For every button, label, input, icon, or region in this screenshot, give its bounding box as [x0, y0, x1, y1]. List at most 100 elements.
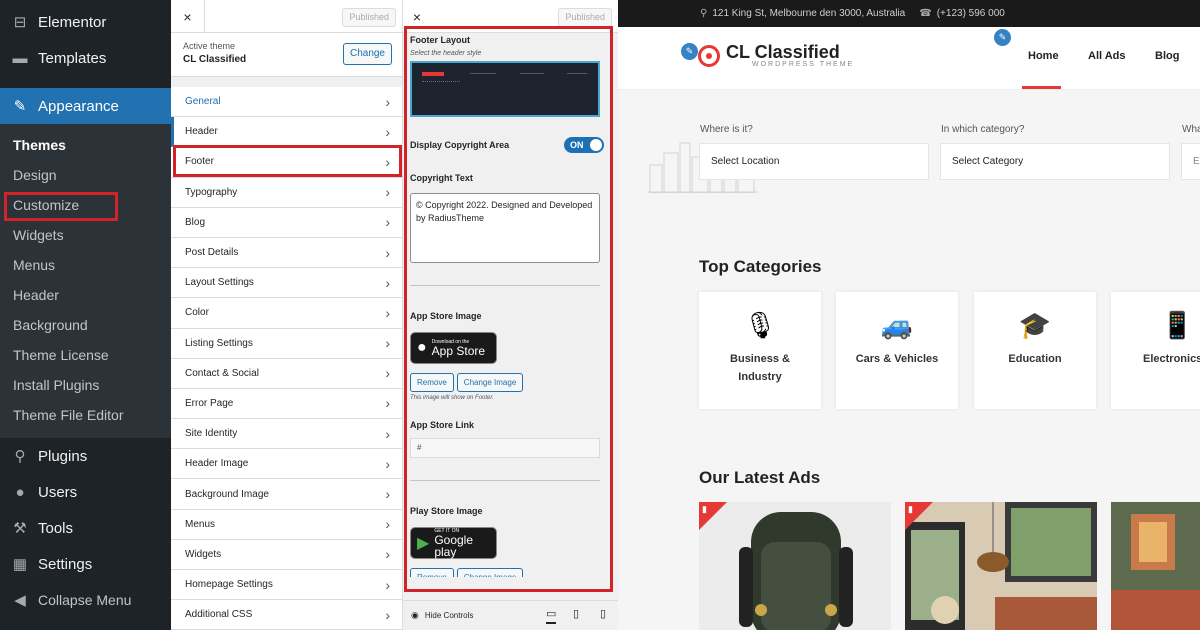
change-app-store-image-button[interactable]: Change Image	[456, 373, 524, 392]
nav-home[interactable]: Home	[1028, 50, 1059, 62]
nav-blog[interactable]: Blog	[1155, 50, 1179, 62]
published-button[interactable]: Published	[558, 8, 612, 27]
section-site-identity[interactable]: Site Identity ›	[171, 419, 402, 450]
category-card[interactable]: 🚙 Cars & Vehicles	[836, 292, 958, 409]
site-logo[interactable]: CL Classified WORDPRESS THEME	[698, 43, 854, 68]
section-menus[interactable]: Menus ›	[171, 509, 402, 540]
section-typography[interactable]: Typography ›	[171, 177, 402, 208]
chevron-right-icon: ›	[385, 184, 390, 201]
menu-settings[interactable]: ▦ Settings	[0, 546, 171, 582]
logo-tagline: WORDPRESS THEME	[752, 61, 855, 68]
thumb-col-2	[470, 73, 496, 95]
nav-all-ads[interactable]: All Ads	[1088, 50, 1126, 62]
section-homepage-settings[interactable]: Homepage Settings ›	[171, 570, 402, 601]
chevron-right-icon: ›	[385, 486, 390, 503]
tablet-preview-icon[interactable]: ▯	[573, 607, 579, 620]
submenu-theme-license[interactable]: Theme License	[0, 340, 171, 370]
section-post-details[interactable]: Post Details ›	[171, 237, 402, 269]
decor-image	[1111, 502, 1200, 630]
play-store-image-label: Play Store Image	[410, 506, 483, 516]
elementor-icon: ⊟	[13, 14, 27, 31]
section-widgets[interactable]: Widgets ›	[171, 539, 402, 570]
close-icon[interactable]: ×	[403, 0, 431, 33]
section-header[interactable]: Header ›	[171, 117, 402, 148]
eye-icon: ◉	[411, 610, 419, 620]
menu-plugins[interactable]: ⚲ Plugins	[0, 438, 171, 474]
divider	[410, 285, 600, 286]
submenu-background[interactable]: Background	[0, 310, 171, 340]
section-color[interactable]: Color ›	[171, 298, 402, 329]
copyright-toggle[interactable]: ON	[564, 137, 604, 153]
change-play-store-image-button[interactable]: Change Image	[456, 568, 524, 577]
submenu-widgets[interactable]: Widgets	[0, 220, 171, 250]
section-listing-settings[interactable]: Listing Settings ›	[171, 328, 402, 359]
submenu-header[interactable]: Header	[0, 280, 171, 310]
chevron-right-icon: ›	[385, 274, 390, 291]
submenu-customize[interactable]: Customize	[0, 190, 171, 220]
app-store-image-label: App Store Image	[410, 311, 482, 321]
logo-pin-icon	[698, 44, 720, 67]
submenu-install-plugins[interactable]: Install Plugins	[0, 370, 171, 400]
submenu-theme-file-editor[interactable]: Theme File Editor	[0, 400, 171, 430]
category-icon: 🎙	[743, 310, 777, 340]
copyright-text-input[interactable]: © Copyright 2022. Designed and Developed…	[410, 193, 600, 263]
ad-card-decor[interactable]	[1111, 502, 1200, 630]
customizer-header: × Published	[171, 0, 402, 33]
desktop-preview-icon[interactable]: ▭	[546, 607, 557, 624]
footer-layout-label: Footer Layout	[410, 35, 470, 45]
chevron-right-icon: ›	[385, 304, 390, 321]
section-header-image[interactable]: Header Image ›	[171, 449, 402, 480]
preview-navbar: ✎ CL Classified WORDPRESS THEME ✎ Home A…	[618, 27, 1200, 90]
section-error-page[interactable]: Error Page ›	[171, 388, 402, 420]
category-card[interactable]: 🎙 Business & Industry	[699, 292, 821, 409]
menu-templates[interactable]: ▬ Templates	[0, 40, 171, 76]
section-blog[interactable]: Blog ›	[171, 207, 402, 238]
copyright-area-row: Display Copyright Area ON	[410, 137, 604, 153]
section-footer[interactable]: Footer ›	[171, 147, 402, 178]
submenu-themes[interactable]: Themes	[0, 130, 171, 160]
phone-icon: ☎	[919, 8, 932, 19]
submenu-design[interactable]: Design	[0, 160, 171, 190]
thumb-col-1	[422, 81, 460, 95]
remove-play-store-image-button[interactable]: Remove	[410, 568, 454, 577]
ad-card-backpack[interactable]: ▮	[699, 502, 891, 630]
footer-layout-thumbnail[interactable]	[410, 61, 600, 117]
category-card[interactable]: 🎓 Education	[974, 292, 1096, 409]
menu-tools[interactable]: ⚒ Tools	[0, 510, 171, 546]
category-icon: 📱	[1161, 310, 1194, 340]
submenu-menus[interactable]: Menus	[0, 250, 171, 280]
settings-icon: ▦	[12, 556, 28, 573]
section-background-image[interactable]: Background Image ›	[171, 479, 402, 510]
section-contact-social[interactable]: Contact & Social ›	[171, 358, 402, 389]
footer-settings-panel: × Published Footer Layout Select the hea…	[403, 0, 618, 630]
menu-elementor[interactable]: ⊟ Elementor	[0, 4, 171, 40]
remove-app-store-image-button[interactable]: Remove	[410, 373, 454, 392]
edit-pencil-icon[interactable]: ✎	[681, 43, 698, 60]
menu-appearance[interactable]: ✎ Appearance	[0, 88, 171, 124]
app-store-link-input[interactable]: #	[410, 438, 600, 458]
category-card[interactable]: 📱 Electronics	[1111, 292, 1200, 409]
select-location[interactable]: Select Location	[699, 143, 929, 180]
copyright-text-label: Copyright Text	[410, 173, 473, 183]
section-layout-settings[interactable]: Layout Settings ›	[171, 268, 402, 299]
edit-pencil-icon[interactable]: ✎	[994, 29, 1011, 46]
search-label-location: Where is it?	[700, 124, 753, 135]
published-button[interactable]: Published	[342, 8, 396, 27]
hide-controls-button[interactable]: ◉ Hide Controls	[403, 610, 473, 621]
section-general[interactable]: General ›	[171, 87, 402, 118]
close-icon[interactable]: ×	[171, 0, 205, 33]
menu-users[interactable]: ● Users	[0, 474, 171, 510]
image-help-text: This image will show on Footer.	[410, 395, 494, 401]
bookmark-icon: ▮	[908, 504, 913, 514]
ad-card-interior[interactable]: ▮	[905, 502, 1097, 630]
section-additional-css[interactable]: Additional CSS ›	[171, 600, 402, 630]
thumb-col-3	[520, 73, 544, 95]
chevron-right-icon: ›	[385, 93, 390, 110]
chevron-right-icon: ›	[385, 214, 390, 231]
search-keyword[interactable]: E	[1181, 143, 1200, 180]
select-category[interactable]: Select Category	[940, 143, 1170, 180]
thumb-logo	[422, 72, 444, 76]
mobile-preview-icon[interactable]: ▯	[600, 607, 606, 620]
change-theme-button[interactable]: Change	[342, 43, 392, 65]
collapse-menu[interactable]: ◀ Collapse Menu	[0, 582, 171, 618]
